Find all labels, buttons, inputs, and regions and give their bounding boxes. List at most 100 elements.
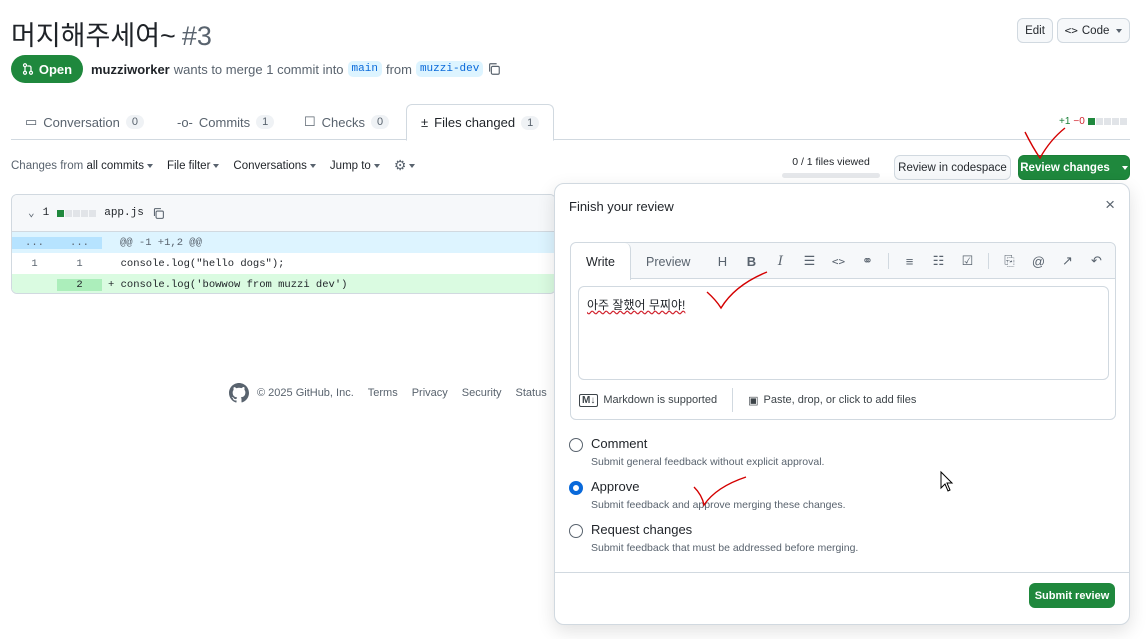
tab-conversation[interactable]: ▭ Conversation 0 bbox=[11, 104, 158, 140]
submit-review-label: Submit review bbox=[1034, 589, 1110, 602]
old-line-number[interactable]: ... bbox=[12, 236, 57, 249]
chevron-down-icon bbox=[1121, 165, 1128, 170]
pr-tabs: ▭ Conversation 0 -o- Commits 1 ☐ Checks … bbox=[11, 104, 1130, 141]
review-comment-textarea[interactable]: 아주 잘했어 무찌야! bbox=[578, 286, 1109, 380]
tab-write-label: Write bbox=[586, 254, 615, 269]
new-line-number[interactable]: 2 bbox=[57, 278, 102, 291]
submit-review-button[interactable]: Submit review bbox=[1029, 583, 1115, 608]
review-changes-label: Review changes bbox=[1020, 161, 1110, 174]
chevron-down-icon[interactable]: ⌄ bbox=[28, 206, 35, 220]
copy-icon[interactable] bbox=[487, 62, 501, 76]
footer-link-status[interactable]: Status bbox=[516, 387, 547, 399]
pr-title: 머지해주세여~ #3 bbox=[11, 14, 212, 53]
github-logo-icon[interactable] bbox=[229, 383, 249, 403]
attach-note[interactable]: Paste, drop, or click to add files bbox=[763, 394, 916, 406]
review-dialog: Finish your review × Write Preview H B I… bbox=[554, 183, 1130, 625]
old-line-number[interactable]: 1 bbox=[12, 258, 57, 270]
file-diffstat-bar bbox=[57, 209, 97, 217]
file-change-count: 1 bbox=[42, 207, 50, 219]
footer-link-security[interactable]: Security bbox=[462, 387, 502, 399]
files-viewed: 0 / 1 files viewed bbox=[782, 156, 880, 178]
review-changes-button[interactable]: Review changes bbox=[1018, 155, 1130, 180]
close-icon[interactable]: × bbox=[1105, 195, 1115, 215]
footer-link-privacy[interactable]: Privacy bbox=[412, 387, 448, 399]
review-dialog-title: Finish your review bbox=[569, 199, 674, 214]
review-option-approve[interactable]: Approve Submit feedback and approve mergi… bbox=[569, 479, 846, 511]
diff-toolbar: Changes from all commits File filter Con… bbox=[11, 157, 416, 174]
markdown-icon: M↓ bbox=[579, 393, 599, 407]
task-list-icon[interactable]: ☑ bbox=[959, 253, 976, 269]
attach-icon[interactable]: ⎘ bbox=[1001, 253, 1018, 269]
file-header: ⌄ 1 app.js bbox=[12, 195, 555, 232]
quote-icon[interactable]: ☰ bbox=[801, 253, 818, 269]
tab-count: 0 bbox=[125, 115, 145, 129]
unordered-list-icon[interactable]: ☷ bbox=[930, 253, 947, 269]
markdown-note[interactable]: Markdown is supported bbox=[603, 394, 717, 406]
option-desc: Submit feedback and approve merging thes… bbox=[591, 499, 846, 511]
review-codespace-label: Review in codespace bbox=[898, 161, 1007, 174]
option-desc: Submit feedback that must be addressed b… bbox=[591, 542, 859, 554]
all-commits-label: all commits bbox=[86, 160, 144, 172]
tab-commits[interactable]: -o- Commits 1 bbox=[163, 104, 288, 140]
edit-button[interactable]: Edit bbox=[1017, 18, 1053, 43]
tab-preview[interactable]: Preview bbox=[631, 243, 705, 280]
link-icon[interactable]: ⚭ bbox=[859, 253, 876, 269]
file-filter-label: File filter bbox=[166, 160, 211, 172]
pull-request-icon bbox=[22, 63, 33, 75]
file-diff-icon: ± bbox=[421, 115, 429, 130]
option-label: Request changes bbox=[591, 522, 693, 537]
tab-count: 0 bbox=[371, 115, 390, 129]
merge-text: wants to merge 1 commit into bbox=[173, 61, 344, 77]
review-codespace-button[interactable]: Review in codespace bbox=[894, 155, 1011, 180]
changes-from-dropdown[interactable]: Changes from all commits bbox=[11, 160, 153, 174]
diffstat-removed: −0 bbox=[1073, 116, 1085, 127]
new-line-number[interactable]: 1 bbox=[57, 258, 102, 270]
status-badge-label: Open bbox=[38, 61, 73, 77]
file-filter-dropdown[interactable]: File filter bbox=[166, 160, 220, 174]
edit-button-label: Edit bbox=[1025, 24, 1045, 37]
footer-link-terms[interactable]: Terms bbox=[368, 387, 398, 399]
conversations-dropdown[interactable]: Conversations bbox=[233, 160, 316, 174]
conversations-label: Conversations bbox=[233, 160, 307, 172]
numbered-list-icon[interactable]: ≡ bbox=[901, 254, 918, 269]
tab-files-changed[interactable]: ± Files changed 1 bbox=[406, 104, 555, 141]
reply-icon[interactable]: ↶ bbox=[1088, 253, 1105, 269]
copy-icon[interactable] bbox=[152, 207, 165, 220]
review-comment-text: 아주 잘했어 무찌야! bbox=[587, 298, 686, 312]
option-desc: Submit general feedback without explicit… bbox=[591, 456, 825, 468]
italic-icon[interactable]: I bbox=[772, 254, 789, 269]
chevron-down-icon bbox=[1116, 28, 1123, 33]
diff-context-row: 1 1 console.log("hello dogs"); bbox=[12, 253, 555, 274]
review-option-comment[interactable]: Comment Submit general feedback without e… bbox=[569, 436, 824, 468]
tab-write[interactable]: Write bbox=[571, 243, 631, 280]
mention-icon[interactable]: @ bbox=[1030, 254, 1047, 269]
bold-icon[interactable]: B bbox=[743, 254, 760, 269]
jump-to-dropdown[interactable]: Jump to bbox=[330, 160, 380, 174]
commit-icon: -o- bbox=[177, 114, 193, 130]
radio-comment[interactable] bbox=[569, 438, 583, 452]
radio-approve[interactable] bbox=[569, 481, 583, 495]
code-button[interactable]: <> Code bbox=[1057, 18, 1130, 43]
code-icon: <> bbox=[1064, 24, 1078, 37]
author-link[interactable]: muzziworker bbox=[91, 62, 170, 77]
gear-icon[interactable]: ⚙ bbox=[394, 157, 416, 174]
diff-addition-row: 2 + console.log('bowwow from muzzi dev') bbox=[12, 274, 555, 293]
from-text: from bbox=[385, 61, 412, 77]
code-icon[interactable]: <> bbox=[830, 255, 847, 268]
radio-request-changes[interactable] bbox=[569, 524, 583, 538]
status-badge: Open bbox=[11, 55, 83, 83]
tab-preview-label: Preview bbox=[646, 254, 691, 269]
tab-checks[interactable]: ☐ Checks 0 bbox=[290, 104, 403, 140]
cross-reference-icon[interactable]: ↗ bbox=[1059, 253, 1076, 269]
heading-icon[interactable]: H bbox=[714, 254, 731, 269]
review-option-request-changes[interactable]: Request changes Submit feedback that must… bbox=[569, 522, 858, 554]
base-branch[interactable]: main bbox=[347, 61, 382, 77]
file-name[interactable]: app.js bbox=[104, 207, 144, 219]
pr-number: #3 bbox=[181, 21, 212, 51]
diff-code: console.log("hello dogs"); bbox=[108, 257, 285, 270]
divider bbox=[555, 572, 1129, 573]
diffstat: +1 −0 bbox=[1059, 116, 1127, 127]
head-branch[interactable]: muzzi-dev bbox=[415, 61, 484, 77]
new-line-number[interactable]: ... bbox=[57, 236, 102, 249]
diff-hunk-row: ... ... @@ -1 +1,2 @@ bbox=[12, 232, 555, 253]
